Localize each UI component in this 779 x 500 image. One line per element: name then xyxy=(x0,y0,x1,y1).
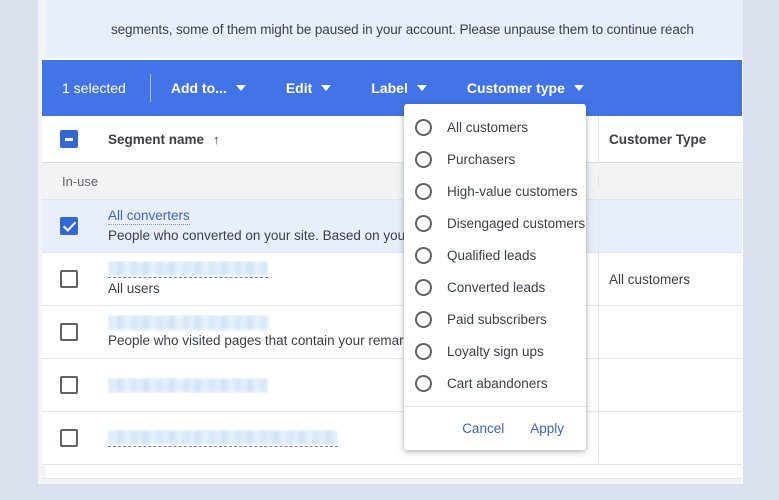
menu-option-converted-leads[interactable]: Converted leads xyxy=(404,271,586,303)
radio-icon xyxy=(415,214,432,232)
redacted-segment-name[interactable] xyxy=(108,315,447,330)
menu-option-loyalty-sign-ups[interactable]: Loyalty sign ups xyxy=(404,335,586,367)
table-footer-strip xyxy=(42,478,742,484)
redacted-segment-name[interactable] xyxy=(108,261,268,278)
customer-type-dropdown-menu: All customers Purchasers High-value cust… xyxy=(404,104,586,450)
radio-icon xyxy=(415,342,432,360)
menu-option-label: Purchasers xyxy=(447,151,516,167)
row-customer-type-cell xyxy=(599,306,742,358)
table-row[interactable]: All converters People who converted on y… xyxy=(42,200,742,253)
menu-option-all-customers[interactable]: All customers xyxy=(404,111,586,143)
radio-icon xyxy=(415,118,432,136)
radio-icon xyxy=(415,310,432,328)
menu-option-disengaged-customers[interactable]: Disengaged customers xyxy=(404,207,586,239)
screen-root: segments, some of them might be paused i… xyxy=(0,0,779,500)
row-checkbox[interactable] xyxy=(60,323,78,341)
header-cell-customer-type: Customer Type xyxy=(599,116,742,162)
segment-name-stack xyxy=(108,429,338,447)
segment-description: People who visited pages that contain yo… xyxy=(108,333,448,348)
menu-option-label: Qualified leads xyxy=(447,247,537,263)
table-row[interactable] xyxy=(42,359,742,412)
radio-icon xyxy=(415,150,432,168)
menu-option-cart-abandoners[interactable]: Cart abandoners xyxy=(404,367,586,399)
segment-name-stack: All converters People who converted on y… xyxy=(108,208,454,244)
row-checkbox[interactable] xyxy=(60,270,78,288)
radio-icon xyxy=(415,374,432,392)
row-checkbox[interactable] xyxy=(60,217,78,235)
table-row[interactable]: All users All customers xyxy=(42,253,742,306)
menu-option-purchasers[interactable]: Purchasers xyxy=(404,143,586,175)
notice-text: segments, some of them might be paused i… xyxy=(111,21,694,37)
redacted-bar xyxy=(108,261,268,276)
menu-option-label: Paid subscribers xyxy=(447,311,547,327)
label-label: Label xyxy=(371,80,408,96)
table-row[interactable] xyxy=(42,412,742,465)
select-all-checkbox[interactable] xyxy=(60,130,78,148)
row-customer-type-cell xyxy=(599,412,742,464)
menu-option-label: Cart abandoners xyxy=(447,375,548,391)
row-customer-type-cell xyxy=(599,200,742,252)
segment-description: People who converted on your site. Based… xyxy=(108,228,454,243)
menu-option-qualified-leads[interactable]: Qualified leads xyxy=(404,239,586,271)
edit-button[interactable]: Edit xyxy=(266,60,351,116)
chevron-down-icon xyxy=(321,85,332,91)
row-checkbox[interactable] xyxy=(60,376,78,394)
add-to-button[interactable]: Add to... xyxy=(151,60,266,116)
sort-ascending-icon[interactable]: ↑ xyxy=(213,132,220,147)
segment-name-stack: People who visited pages that contain yo… xyxy=(108,315,447,349)
segments-table: Segment name ↑ Customer Type In-use All … xyxy=(42,116,742,465)
add-to-label: Add to... xyxy=(170,80,227,96)
radio-icon xyxy=(415,278,432,296)
segment-name-link[interactable]: All converters xyxy=(108,208,190,225)
table-group-row-in-use: In-use xyxy=(42,163,742,200)
bulk-action-toolbar: 1 selected Add to... Edit Label Customer… xyxy=(42,60,742,116)
row-customer-type-cell: All customers xyxy=(609,271,691,287)
table-row[interactable]: People who visited pages that contain yo… xyxy=(42,306,742,359)
redacted-segment-name[interactable] xyxy=(108,377,268,393)
selection-count-label: 1 selected xyxy=(62,80,126,96)
redacted-bar xyxy=(108,429,338,445)
table-header-row: Segment name ↑ Customer Type xyxy=(42,116,742,163)
redacted-segment-name[interactable] xyxy=(108,429,338,447)
menu-option-label: Converted leads xyxy=(447,279,546,295)
menu-option-label: High-value customers xyxy=(447,183,578,199)
radio-icon xyxy=(415,182,432,200)
row-customer-type-cell xyxy=(599,359,742,411)
apply-button[interactable]: Apply xyxy=(520,414,574,443)
segment-name-header-label: Segment name xyxy=(108,131,205,147)
edit-label: Edit xyxy=(285,80,313,96)
menu-option-label: All customers xyxy=(447,119,529,135)
radio-icon xyxy=(415,246,432,264)
notice-banner: segments, some of them might be paused i… xyxy=(46,0,743,58)
redacted-bar xyxy=(108,377,268,393)
menu-option-label: Loyalty sign ups xyxy=(447,343,544,359)
customer-type-header-label: Customer Type xyxy=(609,131,707,147)
redacted-bar xyxy=(108,315,268,330)
cancel-button[interactable]: Cancel xyxy=(452,414,514,443)
segment-subtitle: All users xyxy=(108,281,160,296)
row-checkbox[interactable] xyxy=(60,429,78,447)
chevron-down-icon xyxy=(416,85,427,91)
menu-option-high-value-customers[interactable]: High-value customers xyxy=(404,175,586,207)
menu-action-bar: Cancel Apply xyxy=(404,406,586,450)
segment-name-stack: All users xyxy=(108,261,268,297)
menu-option-label: Disengaged customers xyxy=(447,215,586,231)
menu-option-paid-subscribers[interactable]: Paid subscribers xyxy=(404,303,586,335)
chevron-down-icon xyxy=(573,85,584,91)
segment-name-stack xyxy=(108,377,268,393)
chevron-down-icon xyxy=(235,85,246,91)
customer-type-label: Customer type xyxy=(466,80,565,96)
